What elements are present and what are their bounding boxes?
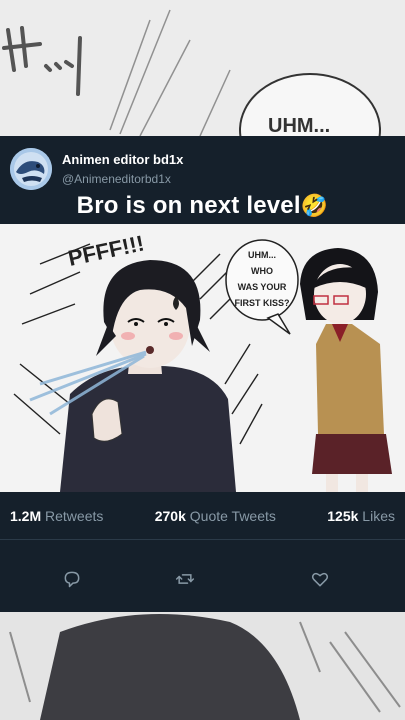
likes-count: 125k bbox=[327, 507, 359, 524]
tweet-media-image[interactable]: PFFF!!! UHM... WHO WAS YOUR FIRST KISS? bbox=[0, 224, 405, 492]
tweet-caption: Bro is on next level🤣 bbox=[0, 192, 405, 220]
retweet-icon bbox=[175, 574, 195, 584]
retweets-stat[interactable]: 1.2M Retweets bbox=[10, 508, 103, 524]
like-icon bbox=[311, 572, 329, 587]
speech-line-3: WAS YOUR bbox=[238, 282, 287, 292]
tweet-card: Animen editor bd1x @Animeneditorbd1x Bro… bbox=[0, 136, 405, 612]
manga-panel: PFFF!!! UHM... WHO WAS YOUR FIRST KISS? bbox=[0, 224, 405, 492]
like-button[interactable] bbox=[309, 568, 331, 590]
quote-tweets-count: 270k bbox=[154, 507, 186, 524]
rofl-emoji-icon: 🤣 bbox=[300, 193, 329, 218]
user-handle[interactable]: @Animeneditorbd1x bbox=[62, 172, 171, 186]
speech-line-2: WHO bbox=[251, 266, 273, 276]
speech-line-4: FIRST KISS? bbox=[234, 298, 289, 308]
quote-tweets-label: Quote Tweets bbox=[189, 507, 276, 524]
tweet-header: Animen editor bd1x @Animeneditorbd1x Bro… bbox=[0, 136, 405, 224]
tweet-stats: 1.2M Retweets 270k Quote Tweets 125k Lik… bbox=[0, 492, 405, 540]
likes-label: Likes bbox=[362, 507, 395, 524]
background-manga-art: UHM... bbox=[0, 0, 405, 136]
speech-line-1: UHM... bbox=[248, 250, 276, 260]
retweet-button[interactable] bbox=[174, 568, 196, 590]
avatar-image bbox=[10, 148, 52, 190]
reply-icon bbox=[64, 571, 80, 588]
background-manga-bottom bbox=[0, 612, 405, 720]
quote-tweets-stat[interactable]: 270k Quote Tweets bbox=[155, 508, 276, 524]
retweets-label: Retweets bbox=[45, 507, 104, 524]
reply-button[interactable] bbox=[61, 568, 83, 590]
background-manga-top: UHM... bbox=[0, 0, 405, 136]
caption-text: Bro is on next level bbox=[76, 192, 301, 219]
background-manga-art-bottom bbox=[0, 612, 405, 720]
tweet-actions bbox=[0, 556, 405, 604]
avatar[interactable] bbox=[10, 148, 52, 190]
retweets-count: 1.2M bbox=[10, 507, 42, 524]
display-name[interactable]: Animen editor bd1x bbox=[62, 152, 183, 167]
likes-stat[interactable]: 125k Likes bbox=[327, 508, 395, 524]
background-bubble-text: UHM... bbox=[268, 115, 330, 136]
